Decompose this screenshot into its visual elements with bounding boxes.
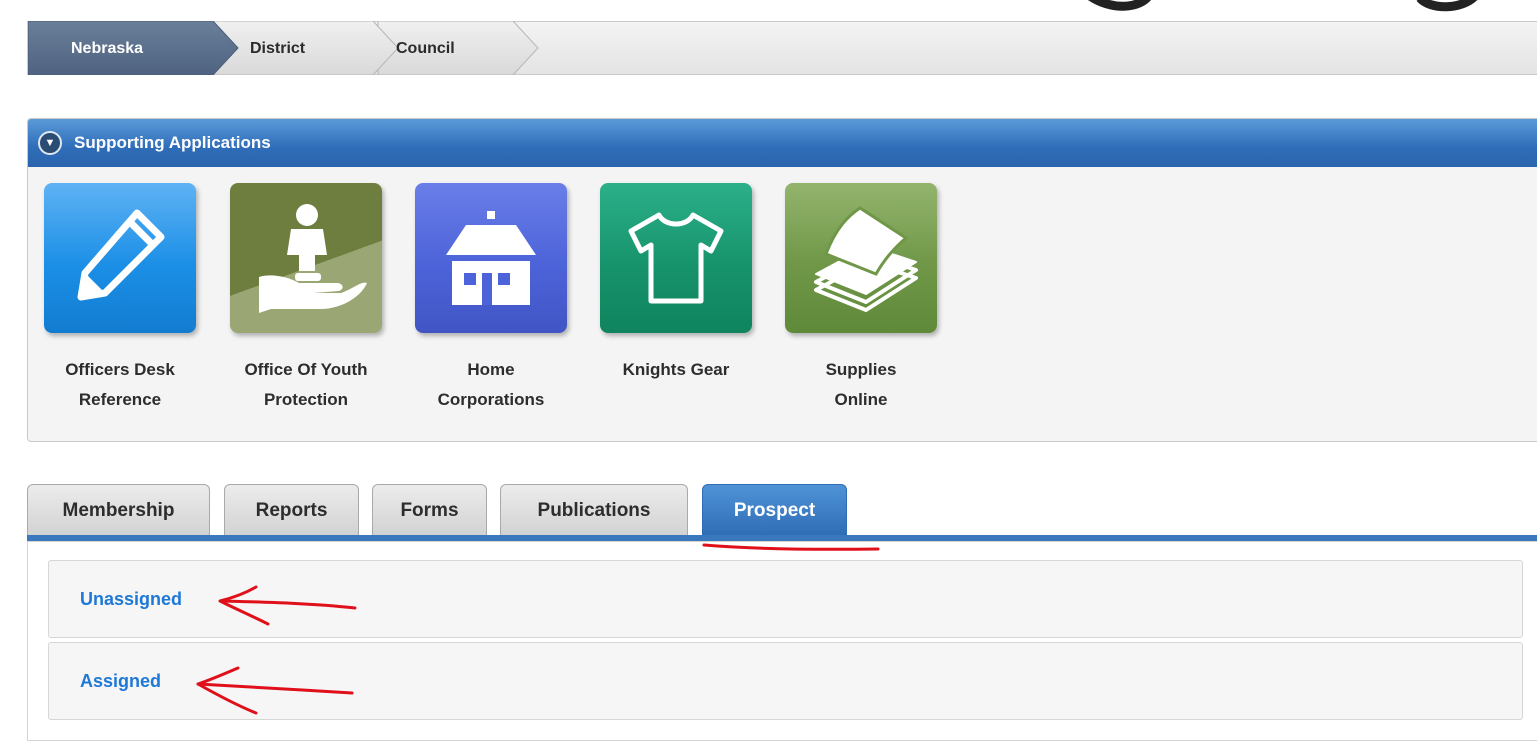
app-office-of-youth-protection[interactable]: Office Of Youth Protection xyxy=(221,183,391,415)
app-tile[interactable] xyxy=(785,183,937,333)
cropped-heading-fragment xyxy=(1087,0,1478,12)
tab-reports[interactable]: Reports xyxy=(224,484,359,536)
app-supplies-online[interactable]: Supplies Online xyxy=(776,183,946,415)
house-icon xyxy=(446,211,536,305)
paper-stack-icon xyxy=(814,206,918,312)
tab-membership[interactable]: Membership xyxy=(27,484,210,536)
breadcrumb-item-nebraska[interactable]: Nebraska xyxy=(71,40,143,58)
tab-publications[interactable]: Publications xyxy=(500,484,688,536)
app-tile[interactable] xyxy=(44,183,196,333)
app-label: Officers Desk Reference xyxy=(65,360,175,409)
supporting-applications-header[interactable]: ▼ Supporting Applications xyxy=(28,119,1537,167)
tab-forms[interactable]: Forms xyxy=(372,484,487,536)
tshirt-icon xyxy=(628,212,724,304)
app-label: Supplies Online xyxy=(825,360,897,409)
app-home-corporations[interactable]: Home Corporations xyxy=(406,183,576,415)
app-label: Home Corporations xyxy=(437,360,545,409)
app-tile[interactable] xyxy=(230,183,382,333)
assigned-link[interactable]: Assigned xyxy=(80,671,161,692)
pencil-icon xyxy=(77,209,165,301)
app-tile[interactable] xyxy=(415,183,567,333)
list-item-unassigned: Unassigned xyxy=(48,560,1523,638)
list-item-assigned: Assigned xyxy=(48,642,1523,720)
app-officers-desk-reference[interactable]: Officers Desk Reference xyxy=(35,183,205,415)
prospect-tab-content: Unassigned Assigned xyxy=(27,541,1537,741)
supporting-applications-title: Supporting Applications xyxy=(74,133,271,152)
breadcrumb-item-council[interactable]: Council xyxy=(396,40,455,58)
tab-prospect[interactable]: Prospect xyxy=(702,484,847,536)
app-label: Office Of Youth Protection xyxy=(244,360,368,409)
breadcrumb: Nebraska District Council xyxy=(27,21,1537,75)
supporting-applications-panel: ▼ Supporting Applications Officers Desk … xyxy=(27,118,1537,442)
app-knights-gear[interactable]: Knights Gear xyxy=(591,183,761,385)
breadcrumb-item-district[interactable]: District xyxy=(250,40,305,58)
unassigned-link[interactable]: Unassigned xyxy=(80,589,182,610)
chevron-down-circle-icon[interactable]: ▼ xyxy=(38,131,62,155)
child-hand-icon xyxy=(259,204,367,313)
app-tile[interactable] xyxy=(600,183,752,333)
app-label: Knights Gear xyxy=(622,360,730,379)
